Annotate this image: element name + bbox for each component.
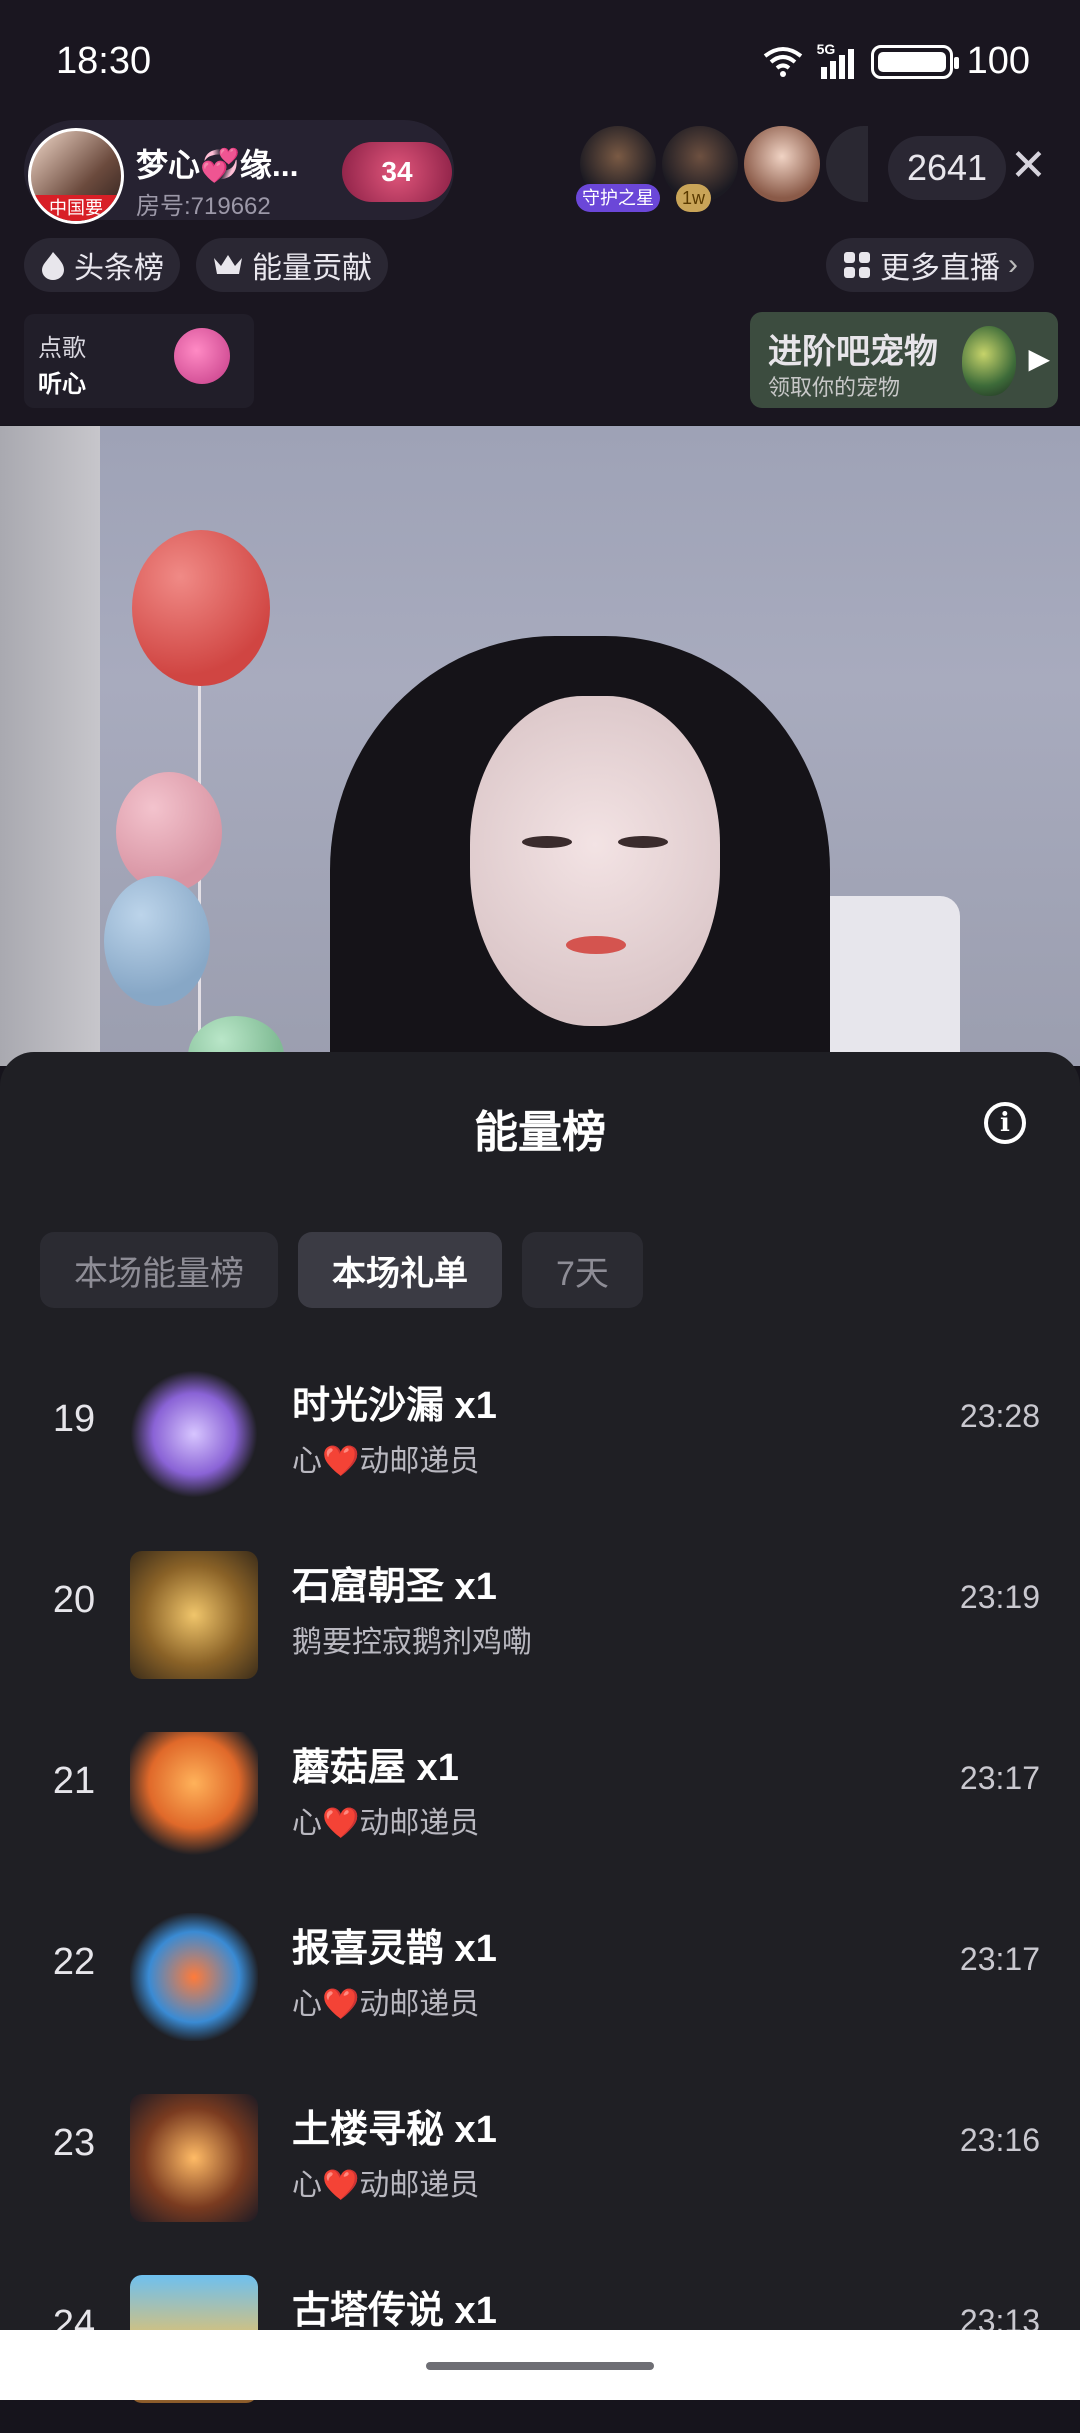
chevron-right-icon: › [1008, 248, 1018, 281]
gift-name: 时光沙漏 x1 [292, 1385, 497, 1427]
list-item[interactable]: 20 石窟朝圣 x1 鹅要控寂鹅剂鸡嘞 23:19 [0, 1529, 1080, 1709]
top-viewers[interactable]: 守护之星 1w [576, 126, 874, 212]
sheet-title: 能量榜 [474, 1108, 606, 1157]
gift-name: 石窟朝圣 x1 [292, 1566, 497, 1608]
sender-name: 心❤️动邮递员 [292, 2169, 480, 2202]
pet-egg-icon [962, 326, 1016, 396]
sender-name: 鹅要控寂鹅剂鸡嘞 [292, 1626, 532, 1659]
sender-name: 心❤️动邮递员 [292, 1988, 480, 2021]
list-item[interactable]: 19 时光沙漏 x1 心❤️动邮递员 23:28 [0, 1348, 1080, 1528]
ranking-tabs: 本场能量榜 本场礼单 7天 [40, 1232, 643, 1308]
room-number: 房号:719662 [136, 193, 271, 220]
status-icons: 5G 100 [763, 40, 1030, 83]
clock: 18:30 [56, 40, 152, 82]
wifi-icon [763, 46, 802, 77]
magpie-gift-icon [130, 1913, 258, 2041]
balloon [104, 876, 210, 1006]
energy-contribution-label: 能量贡献 [252, 252, 372, 285]
tab-session-gift-list[interactable]: 本场礼单 [298, 1232, 502, 1308]
lollipop-mic-icon [174, 328, 230, 384]
info-icon[interactable]: i [984, 1102, 1026, 1144]
viewer-avatar[interactable] [826, 126, 868, 202]
gift-time: 23:17 [959, 1760, 1040, 1796]
rank-number: 23 [52, 2122, 96, 2164]
pet-promo-subtitle: 领取你的宠物 [768, 375, 901, 400]
tab-session-energy[interactable]: 本场能量榜 [40, 1232, 278, 1308]
tab-7-days[interactable]: 7天 [522, 1232, 643, 1308]
battery-level: 100 [966, 40, 1030, 82]
headline-ranking-label: 头条榜 [74, 252, 164, 285]
rank-number: 21 [52, 1760, 96, 1802]
streamer-face [470, 696, 720, 1026]
home-indicator[interactable] [426, 2362, 654, 2370]
headline-ranking-chip[interactable]: 头条榜 [24, 238, 180, 292]
rank-number: 20 [52, 1579, 96, 1621]
battery-icon [870, 44, 959, 79]
balloon [132, 530, 270, 686]
tulou-gift-icon [130, 2094, 258, 2222]
grid-icon [844, 252, 870, 278]
pet-promo-banner[interactable]: 进阶吧宠物 领取你的宠物 ▶ [750, 312, 1058, 408]
live-room-header: 中国要 梦心💞缘... 房号:719662 34 守护之星 1w 2641 ✕ … [0, 110, 1080, 425]
energy-contribution-chip[interactable]: 能量贡献 [196, 238, 388, 292]
host-avatar-tag: 中国要 [31, 195, 121, 221]
host-avatar[interactable]: 中国要 [28, 128, 124, 224]
gift-name: 报喜灵鹊 x1 [292, 1928, 497, 1970]
gift-time: 23:28 [959, 1398, 1040, 1434]
signal-icon: 5G [817, 41, 857, 79]
play-arrow-icon: ▶ [1028, 343, 1050, 374]
hourglass-gift-icon [130, 1370, 258, 1498]
list-item[interactable]: 22 报喜灵鹊 x1 心❤️动邮递员 23:17 [0, 1891, 1080, 2071]
more-live-label: 更多直播 [880, 252, 1000, 285]
song-request-promo[interactable]: 点歌 听心 [24, 314, 254, 408]
viewer-avatar[interactable]: 守护之星 [576, 126, 660, 212]
gift-time: 23:17 [959, 1941, 1040, 1977]
viewer-count[interactable]: 2641 [888, 136, 1006, 200]
more-live-chip[interactable]: 更多直播 › [826, 238, 1034, 292]
live-video[interactable] [0, 426, 1080, 1066]
flame-icon [42, 252, 64, 280]
close-icon[interactable]: ✕ [1010, 140, 1047, 191]
list-item[interactable]: 23 土楼寻秘 x1 心❤️动邮递员 23:16 [0, 2072, 1080, 2252]
list-item[interactable]: 21 蘑菇屋 x1 心❤️动邮递员 23:17 [0, 1710, 1080, 1890]
crown-icon [214, 255, 242, 274]
promo-line-1: 点歌 [38, 335, 86, 362]
gift-time: 23:19 [959, 1579, 1040, 1615]
viewer-avatar[interactable]: 1w [662, 126, 738, 212]
host-info[interactable]: 中国要 梦心💞缘... 房号:719662 34 [24, 120, 454, 224]
contribution-badge: 1w [676, 184, 712, 212]
energy-ranking-sheet: 能量榜 i 本场能量榜 本场礼单 7天 19 时光沙漏 x1 心❤️动邮递员 2… [0, 1052, 1080, 2403]
balloon [116, 772, 222, 892]
promo-line-2: 听心 [38, 371, 86, 398]
viewer-avatar[interactable] [744, 126, 820, 202]
sender-name: 心❤️动邮递员 [292, 1445, 480, 1478]
gift-name: 古塔传说 x1 [292, 2290, 497, 2332]
status-bar: 18:30 5G 100 [0, 0, 1080, 120]
rank-number: 19 [52, 1398, 96, 1440]
network-type-label: 5G [816, 40, 836, 57]
guard-star-badge: 守护之星 [576, 184, 660, 212]
gift-name: 土楼寻秘 x1 [292, 2109, 497, 2151]
buddha-gift-icon [130, 1551, 258, 1679]
mushroom-house-gift-icon [130, 1732, 258, 1860]
sender-name: 心❤️动邮递员 [292, 1807, 480, 1840]
host-level-badge[interactable]: 34 [342, 142, 452, 202]
host-name: 梦心💞缘... [136, 147, 299, 183]
rank-number: 22 [52, 1941, 96, 1983]
gift-time: 23:16 [959, 2122, 1040, 2158]
gift-name: 蘑菇屋 x1 [292, 1747, 459, 1789]
pet-promo-title: 进阶吧宠物 [768, 333, 938, 371]
